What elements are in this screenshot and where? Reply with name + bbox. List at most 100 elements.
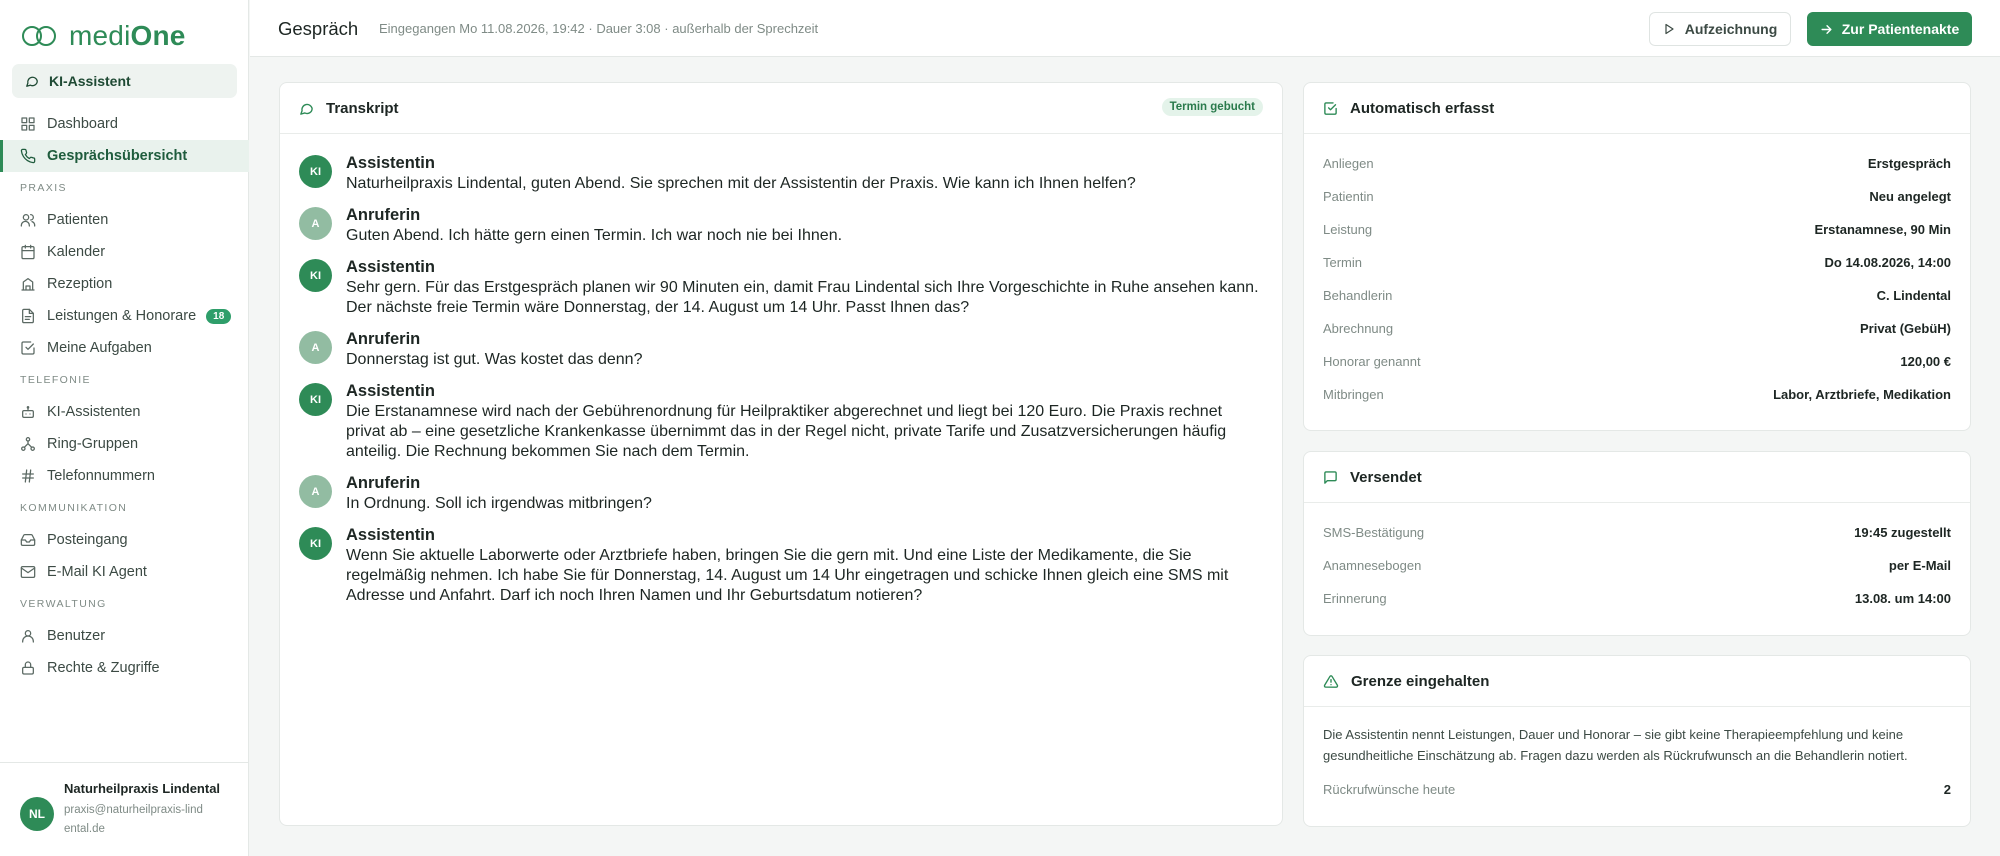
summary-row: Leistung Erstanamnese, 90 Min [1323, 213, 1951, 246]
summary-row: Patientin Neu angelegt [1323, 180, 1951, 213]
sidebar-item-label: Dashboard [47, 116, 118, 132]
sidebar-item-e-mail-ki-agent[interactable]: E-Mail KI Agent [0, 556, 249, 588]
row-value: Erstgespräch [1867, 156, 1951, 171]
speaker-avatar: KI [299, 527, 332, 560]
sidebar-item-dashboard[interactable]: Dashboard [0, 108, 249, 140]
limit-header: Grenze eingehalten [1304, 656, 1970, 707]
summary-card: Automatisch erfasst Anliegen Erstgespräch… [1303, 82, 1971, 431]
sidebar-item-label: Ring-Gruppen [47, 436, 139, 452]
sidebar-item-label: Benutzer [47, 628, 106, 644]
logo-rings-icon [22, 24, 60, 48]
count-badge: 18 [206, 308, 232, 324]
speaker-avatar: A [299, 475, 332, 508]
row-value: Labor, Arztbriefe, Medikation [1773, 387, 1951, 402]
bot-icon [22, 406, 34, 418]
sidebar-item-label: Leistungen & Honorare [47, 308, 197, 324]
callbacks-row: Rückrufwünsche heute 2 [1323, 782, 1951, 797]
brand-light: medi [69, 20, 131, 51]
brand-bold: One [130, 20, 186, 51]
row-label: Erinnerung [1323, 591, 1387, 606]
sidebar-item-label: Meine Aufgaben [47, 340, 152, 356]
row-label: Anliegen [1323, 156, 1374, 171]
sidebar-item-leistungen-honorare[interactable]: Leistungen & Honorare 18 [0, 300, 249, 332]
row-value: 120,00 € [1900, 354, 1951, 369]
speaker-avatar: KI [299, 259, 332, 292]
sent-list: SMS-Bestätigung 19:45 zugestellt Anamneseb… [1304, 503, 1970, 615]
user-icon [22, 630, 34, 643]
speaker-avatar: KI [299, 155, 332, 188]
row-value: C. Lindental [1876, 288, 1951, 303]
sidebar-item-gespraechsuebersicht[interactable]: Gesprächsübersicht [0, 140, 249, 172]
row-label: Honorar genannt [1323, 354, 1421, 369]
account-name: Naturheilpraxis Lindental [64, 781, 221, 796]
transcript-card: Transkript Termin gebucht KI Assistentin N… [279, 82, 1283, 826]
account-panel[interactable]: NL Naturheilpraxis Lindental praxis@natu… [0, 762, 249, 856]
speaker-name: Assistentin [346, 258, 435, 276]
speaker-avatar: KI [299, 383, 332, 416]
sent-row: SMS-Bestätigung 19:45 zugestellt [1323, 516, 1951, 549]
sent-card: Versendet SMS-Bestätigung 19:45 zugestell… [1303, 451, 1971, 636]
message-text: Guten Abend. Ich hätte gern einen Termin… [346, 227, 843, 244]
row-value: 19:45 zugestellt [1854, 525, 1951, 540]
row-label: Patientin [1323, 189, 1374, 204]
speaker-avatar: A [299, 331, 332, 364]
document-icon [22, 308, 34, 324]
row-label: Behandlerin [1323, 288, 1393, 303]
transcript-header: Transkript Termin gebucht [280, 83, 1282, 134]
summary-row: Honorar genannt 120,00 € [1323, 345, 1951, 378]
message-text: Die Erstanamnese wird nach der Gebühreno… [346, 403, 1227, 460]
mail-icon [20, 566, 36, 578]
sidebar-item-label: Rechte & Zugriffe [47, 660, 160, 676]
summary-row: Abrechnung Privat (GebüH) [1323, 312, 1951, 345]
row-label: SMS-Bestätigung [1323, 525, 1425, 540]
warning-triangle-icon [1323, 674, 1339, 688]
sidebar-item-benutzer[interactable]: Benutzer [0, 620, 249, 652]
sidebar-nav: Dashboard Gesprächsübersicht PRAXIS Patient… [0, 108, 249, 684]
transcript-message: KI Assistentin Wenn Sie aktuelle Laborwert… [299, 525, 1259, 606]
sidebar-item-rezeption[interactable]: Rezeption [0, 268, 249, 300]
sidebar-item-ki-assistenten[interactable]: KI-Assistenten [0, 396, 249, 428]
summary-title: Automatisch erfasst [1350, 99, 1495, 117]
ki-assistant-button[interactable]: KI-Assistent [12, 64, 237, 98]
summary-row: Behandlerin C. Lindental [1323, 279, 1951, 312]
ki-assistant-label: KI-Assistent [49, 73, 131, 89]
inbox-icon [20, 534, 36, 546]
sidebar-item-patienten[interactable]: Patienten [0, 204, 249, 236]
nav-section-title: PRAXIS [20, 182, 67, 194]
sidebar-item-kalender[interactable]: Kalender [0, 236, 249, 268]
chat-bubble-icon [26, 76, 38, 87]
transcript-title: Transkript [326, 99, 399, 117]
message-text: In Ordnung. Soll ich irgendwas mitbringe… [346, 495, 652, 512]
calendar-icon [21, 244, 35, 260]
patient-record-button-label: Zur Patientenakte [1841, 21, 1960, 37]
chat-bubble-icon [300, 103, 313, 115]
sidebar-item-ring-gruppen[interactable]: Ring-Gruppen [0, 428, 249, 460]
sidebar-item-label: KI-Assistenten [47, 404, 141, 420]
phone-icon [20, 148, 36, 164]
nav-section-title: VERWALTUNG [20, 598, 107, 610]
page-title: Gespräch [278, 18, 359, 39]
sidebar-item-rechte-zugriffe[interactable]: Rechte & Zugriffe [0, 652, 249, 684]
arrow-right-icon [1821, 24, 1832, 34]
sidebar-item-label: Rezeption [47, 276, 113, 292]
speaker-name: Anruferin [346, 330, 421, 348]
callbacks-label: Rückrufwünsche heute [1323, 782, 1456, 797]
users-icon [20, 214, 36, 227]
sent-header: Versendet [1304, 452, 1970, 503]
row-label: Anamnesebogen [1323, 558, 1422, 573]
transcript-message: A Anruferin Guten Abend. Ich hätte gern ei… [299, 205, 1259, 246]
row-label: Mitbringen [1323, 387, 1384, 402]
message-text: Donnerstag ist gut. Was kostet das denn? [346, 351, 643, 368]
speaker-name: Anruferin [346, 474, 421, 492]
patient-record-button[interactable]: Zur Patientenakte [1807, 12, 1972, 46]
speaker-name: Assistentin [346, 154, 435, 172]
message-text: Naturheilpraxis Lindental, guten Abend. … [346, 175, 1136, 192]
recording-button[interactable]: Aufzeichnung [1649, 12, 1791, 46]
sidebar-item-posteingang[interactable]: Posteingang [0, 524, 249, 556]
avatar: NL [20, 797, 54, 831]
medione-logo[interactable]: mediOne [22, 20, 186, 52]
nav-section-title: KOMMUNIKATION [20, 502, 128, 514]
sidebar-item-label: Gesprächsübersicht [47, 148, 188, 164]
sidebar-item-meine-aufgaben[interactable]: Meine Aufgaben [0, 332, 249, 364]
sidebar-item-telefonnummern[interactable]: Telefonnummern [0, 460, 249, 492]
